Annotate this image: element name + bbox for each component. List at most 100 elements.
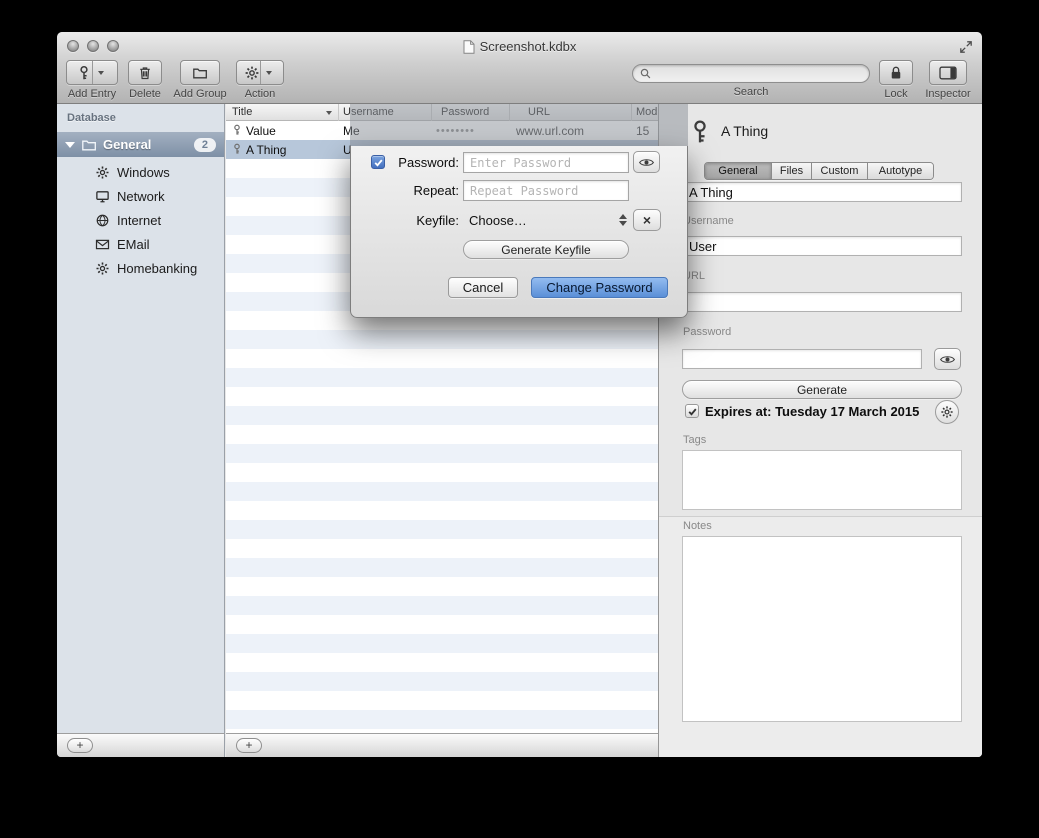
- sidebar-item-label: Windows: [117, 165, 170, 180]
- key-icon: [231, 124, 243, 136]
- keyfile-label: Keyfile:: [351, 213, 459, 228]
- notes-field[interactable]: [682, 536, 962, 722]
- group-label: General: [103, 137, 151, 152]
- tags-field[interactable]: [682, 450, 962, 510]
- trash-icon: [137, 65, 153, 81]
- envelope-icon: [95, 237, 110, 252]
- button-divider: [92, 61, 93, 84]
- folder-icon: [81, 137, 97, 153]
- sidebar-item-network[interactable]: Network: [57, 184, 224, 208]
- sheet-body: Password: Repeat: Keyfile: Choose… × Gen…: [350, 146, 688, 318]
- sidebar-item-label: EMail: [117, 237, 150, 252]
- tab-general[interactable]: General: [705, 163, 771, 179]
- key-icon: [687, 114, 713, 150]
- folder-icon: [192, 65, 208, 81]
- password-label: Password:: [351, 155, 459, 170]
- gear-icon: [95, 261, 110, 276]
- monitor-icon: [95, 189, 110, 204]
- add-entry-footer-button[interactable]: +: [236, 738, 262, 753]
- delete-button[interactable]: [128, 60, 162, 85]
- add-entry-label: Add Entry: [68, 88, 116, 100]
- entry-title: A Thing: [721, 123, 768, 139]
- group-count-badge: 2: [194, 138, 216, 152]
- disclosure-triangle-icon[interactable]: [65, 142, 75, 148]
- add-group-label: Add Group: [173, 88, 226, 100]
- gear-icon: [95, 165, 110, 180]
- cell-title: Value: [246, 124, 334, 138]
- document-icon: [463, 40, 475, 54]
- button-divider: [260, 61, 261, 84]
- tab-custom[interactable]: Custom: [811, 163, 867, 179]
- generate-keyfile-button[interactable]: Generate Keyfile: [463, 240, 629, 259]
- sidebar-item-email[interactable]: EMail: [57, 232, 224, 256]
- column-header-title[interactable]: Title: [232, 106, 252, 118]
- sidebar-item-homebanking[interactable]: Homebanking: [57, 256, 224, 280]
- expires-checkbox[interactable]: [685, 404, 699, 418]
- screen: Screenshot.kdbx Add Entry Delete: [0, 0, 1039, 838]
- sidebar-item-windows[interactable]: Windows: [57, 160, 224, 184]
- title-field[interactable]: [682, 182, 962, 202]
- toolbar-item-add-group: Add Group: [167, 60, 233, 100]
- expires-label: Expires at: Tuesday 17 March 2015: [705, 404, 919, 419]
- action-label: Action: [245, 88, 276, 100]
- globe-icon: [95, 213, 110, 228]
- toolbar-item-lock: Lock: [873, 60, 919, 100]
- search-icon: [639, 67, 652, 80]
- reveal-password-button[interactable]: [633, 151, 660, 173]
- toolbar-item-inspector: Inspector: [921, 60, 975, 100]
- search-input[interactable]: [632, 64, 870, 83]
- repeat-label: Repeat:: [351, 183, 459, 198]
- expiry-options-button[interactable]: [935, 400, 959, 424]
- delete-label: Delete: [129, 88, 161, 100]
- clear-keyfile-button[interactable]: ×: [633, 209, 661, 231]
- sheet-shadow-overlay: [350, 104, 688, 146]
- change-password-button[interactable]: Change Password: [531, 277, 668, 298]
- repeat-input[interactable]: [463, 180, 629, 201]
- window-title-text: Screenshot.kdbx: [480, 39, 577, 54]
- tab-files[interactable]: Files: [771, 163, 811, 179]
- cell-title: A Thing: [246, 143, 334, 157]
- sidebar-item-label: Internet: [117, 213, 161, 228]
- tags-label: Tags: [683, 434, 706, 446]
- sidebar-group-general[interactable]: General 2: [57, 132, 224, 157]
- key-icon: [76, 65, 92, 81]
- password-field[interactable]: [682, 349, 922, 369]
- app-window: Screenshot.kdbx Add Entry Delete: [57, 32, 982, 757]
- password-input[interactable]: [463, 152, 629, 173]
- toolbar-item-search: Search: [632, 60, 870, 98]
- add-group-button[interactable]: [180, 60, 220, 85]
- stepper-icon: [619, 214, 627, 226]
- checkmark-icon: [687, 406, 698, 417]
- chevron-down-icon: [98, 71, 104, 75]
- key-icon: [231, 143, 243, 155]
- fullscreen-icon[interactable]: [959, 40, 973, 54]
- sidebar: Database General 2 Windows Network Inter…: [57, 104, 225, 733]
- lock-button[interactable]: [879, 60, 913, 85]
- sidebar-item-label: Homebanking: [117, 261, 197, 276]
- gear-icon: [940, 405, 954, 419]
- lock-icon: [888, 65, 904, 81]
- entry-list-footer: +: [226, 733, 658, 757]
- generate-button[interactable]: Generate: [682, 380, 962, 399]
- column-divider[interactable]: [338, 104, 339, 121]
- inspector-button[interactable]: [929, 60, 967, 85]
- change-password-sheet: Password: Repeat: Keyfile: Choose… × Gen…: [350, 104, 688, 318]
- action-button[interactable]: [236, 60, 284, 85]
- lock-label: Lock: [884, 88, 907, 100]
- reveal-password-button[interactable]: [934, 348, 961, 370]
- keyfile-popup[interactable]: Choose…: [463, 209, 629, 231]
- password-label: Password: [683, 326, 731, 338]
- add-entry-button[interactable]: [66, 60, 118, 85]
- inspector-panel: A Thing General Files Custom Autotype Us…: [658, 104, 982, 757]
- url-field[interactable]: [682, 292, 962, 312]
- username-field[interactable]: [682, 236, 962, 256]
- search-label: Search: [734, 86, 769, 98]
- sort-arrow-icon: [326, 111, 332, 115]
- tab-autotype[interactable]: Autotype: [867, 163, 933, 179]
- keyfile-value: Choose…: [469, 213, 527, 228]
- add-group-footer-button[interactable]: +: [67, 738, 93, 753]
- cancel-button[interactable]: Cancel: [448, 277, 518, 298]
- eye-icon: [638, 157, 655, 168]
- sidebar-item-internet[interactable]: Internet: [57, 208, 224, 232]
- inspector-panel-icon: [939, 66, 957, 80]
